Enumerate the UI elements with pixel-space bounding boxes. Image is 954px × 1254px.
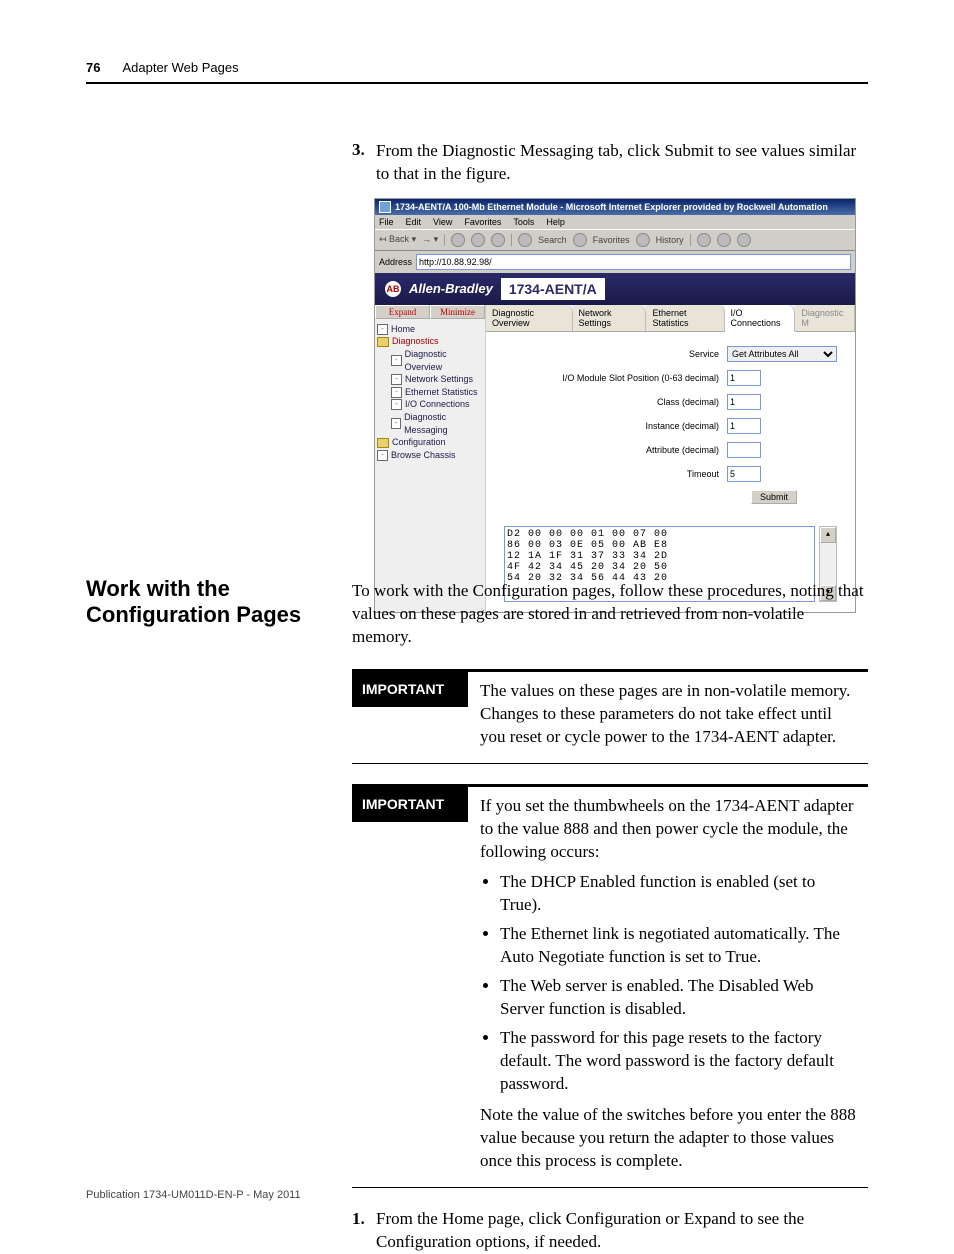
menu-file[interactable]: File: [379, 217, 394, 227]
tab-diag-overview[interactable]: Diagnostic Overview: [486, 305, 573, 331]
step-3: 3. From the Diagnostic Messaging tab, cl…: [352, 140, 868, 186]
tab-row: Diagnostic Overview Network Settings Eth…: [486, 305, 855, 332]
tree-home[interactable]: -Home: [377, 323, 483, 336]
important-callout-1: IMPORTANT The values on these pages are …: [352, 669, 868, 764]
chapter-title: Adapter Web Pages: [122, 60, 238, 75]
menu-favorites[interactable]: Favorites: [464, 217, 501, 227]
minimize-button[interactable]: Minimize: [430, 305, 485, 319]
refresh-icon[interactable]: [471, 233, 485, 247]
content-column: 3. From the Diagnostic Messaging tab, cl…: [352, 140, 868, 613]
nav-panel: Expand Minimize -Home Diagnostics -Diagn…: [375, 305, 486, 612]
product-name: 1734-AENT/A: [501, 278, 605, 300]
search-icon[interactable]: [518, 233, 532, 247]
timeout-label: Timeout: [504, 469, 727, 479]
tree-diag-messaging[interactable]: -Diagnostic Messaging: [391, 411, 483, 436]
attribute-input[interactable]: [727, 442, 761, 458]
callout-body: If you set the thumbwheels on the 1734-A…: [468, 787, 868, 1187]
menu-bar[interactable]: File Edit View Favorites Tools Help: [375, 215, 855, 229]
instance-label: Instance (decimal): [504, 421, 727, 431]
ie-icon: [379, 201, 391, 213]
tree-io-connections[interactable]: -I/O Connections: [391, 398, 483, 411]
address-bar: Address: [375, 251, 855, 273]
tree-diagnostics[interactable]: Diagnostics: [377, 335, 483, 348]
form-area: Service Get Attributes All I/O Module Sl…: [486, 332, 855, 526]
timeout-input[interactable]: [727, 466, 761, 482]
brand-name: Allen-Bradley: [409, 281, 493, 296]
callout-body: The values on these pages are in non-vol…: [468, 672, 868, 763]
search-button[interactable]: Search: [538, 235, 567, 245]
address-input[interactable]: [416, 254, 851, 270]
list-item: The DHCP Enabled function is enabled (se…: [500, 871, 858, 917]
instance-input[interactable]: [727, 418, 761, 434]
page-number: 76: [86, 60, 100, 75]
callout-intro: If you set the thumbwheels on the 1734-A…: [480, 795, 858, 864]
section-body: To work with the Configuration pages, fo…: [352, 580, 868, 1254]
tree-ethernet-stats[interactable]: -Ethernet Statistics: [391, 386, 483, 399]
ab-logo-icon: AB: [385, 281, 401, 297]
tree-browse-chassis[interactable]: -Browse Chassis: [377, 449, 483, 462]
section-heading: Work with the Configuration Pages: [86, 576, 316, 629]
page-header: 76 Adapter Web Pages: [86, 60, 868, 75]
step-number: 1.: [352, 1208, 376, 1254]
tab-ethernet-stats[interactable]: Ethernet Statistics: [646, 305, 724, 331]
edit-icon[interactable]: [737, 233, 751, 247]
back-button[interactable]: ↤ Back ▾: [379, 234, 416, 245]
menu-tools[interactable]: Tools: [513, 217, 534, 227]
tab-network-settings[interactable]: Network Settings: [573, 305, 647, 331]
favorites-icon[interactable]: [573, 233, 587, 247]
window-title: 1734-AENT/A 100-Mb Ethernet Module - Mic…: [395, 202, 828, 212]
tree-network-settings[interactable]: -Network Settings: [391, 373, 483, 386]
menu-edit[interactable]: Edit: [406, 217, 422, 227]
service-label: Service: [504, 349, 727, 359]
nav-tree: -Home Diagnostics -Diagnostic Overview -…: [375, 319, 485, 466]
class-label: Class (decimal): [504, 397, 727, 407]
attribute-label: Attribute (decimal): [504, 445, 727, 455]
tab-io-connections[interactable]: I/O Connections: [725, 305, 796, 332]
main-panel: Diagnostic Overview Network Settings Eth…: [486, 305, 855, 612]
menu-help[interactable]: Help: [546, 217, 565, 227]
tab-diag-messaging[interactable]: Diagnostic M: [795, 305, 855, 331]
menu-view[interactable]: View: [433, 217, 452, 227]
service-select[interactable]: Get Attributes All: [727, 346, 837, 362]
screenshot-ie-window: 1734-AENT/A 100-Mb Ethernet Module - Mic…: [374, 198, 856, 613]
list-item: The Ethernet link is negotiated automati…: [500, 923, 858, 969]
step-number: 3.: [352, 140, 376, 186]
step-1: 1. From the Home page, click Configurati…: [352, 1208, 868, 1254]
expand-button[interactable]: Expand: [375, 305, 430, 319]
home-icon[interactable]: [491, 233, 505, 247]
header-rule: [86, 82, 868, 84]
history-icon[interactable]: [636, 233, 650, 247]
callout-note: Note the value of the switches before yo…: [480, 1104, 858, 1173]
important-callout-2: IMPORTANT If you set the thumbwheels on …: [352, 784, 868, 1188]
slot-label: I/O Module Slot Position (0-63 decimal): [504, 373, 727, 383]
callout-label: IMPORTANT: [352, 672, 468, 707]
list-item: The password for this page resets to the…: [500, 1027, 858, 1096]
print-icon[interactable]: [717, 233, 731, 247]
toolbar: ↤ Back ▾ → ▾ Search Favorites History: [375, 229, 855, 251]
section-intro: To work with the Configuration pages, fo…: [352, 580, 868, 649]
step-text: From the Home page, click Configuration …: [376, 1208, 868, 1254]
publication-footer: Publication 1734-UM011D-EN-P - May 2011: [86, 1189, 301, 1201]
stop-icon[interactable]: [451, 233, 465, 247]
history-button[interactable]: History: [656, 235, 684, 245]
scroll-up-icon[interactable]: ▴: [820, 527, 836, 543]
submit-button[interactable]: Submit: [751, 490, 797, 504]
step-text: From the Diagnostic Messaging tab, click…: [376, 140, 868, 186]
window-titlebar: 1734-AENT/A 100-Mb Ethernet Module - Mic…: [375, 199, 855, 215]
tree-diag-overview[interactable]: -Diagnostic Overview: [391, 348, 483, 373]
tree-configuration[interactable]: Configuration: [377, 436, 483, 449]
class-input[interactable]: [727, 394, 761, 410]
callout-label: IMPORTANT: [352, 787, 468, 822]
forward-button[interactable]: → ▾: [422, 234, 438, 245]
address-label: Address: [379, 257, 412, 267]
callout-list: The DHCP Enabled function is enabled (se…: [500, 871, 858, 1095]
slot-input[interactable]: [727, 370, 761, 386]
mail-icon[interactable]: [697, 233, 711, 247]
list-item: The Web server is enabled. The Disabled …: [500, 975, 858, 1021]
favorites-button[interactable]: Favorites: [593, 235, 630, 245]
brand-banner: AB Allen-Bradley 1734-AENT/A: [375, 273, 855, 305]
